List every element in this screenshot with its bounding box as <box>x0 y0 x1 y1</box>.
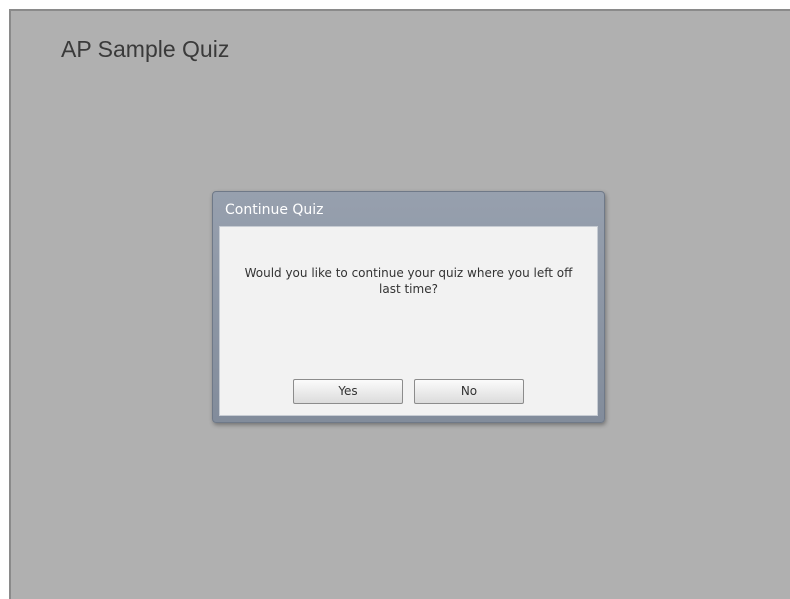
page-frame: AP Sample Quiz Continue Quiz Would you l… <box>0 0 790 599</box>
dialog-message: Would you like to continue your quiz whe… <box>244 266 573 296</box>
dialog-title: Continue Quiz <box>225 202 324 218</box>
dialog-body: Would you like to continue your quiz whe… <box>219 226 598 416</box>
quiz-title: AP Sample Quiz <box>61 36 230 62</box>
no-button[interactable]: No <box>414 379 524 404</box>
yes-button[interactable]: Yes <box>293 379 403 404</box>
continue-quiz-dialog: Continue Quiz Would you like to continue… <box>212 191 605 423</box>
quiz-stage: AP Sample Quiz Continue Quiz Would you l… <box>9 9 790 599</box>
